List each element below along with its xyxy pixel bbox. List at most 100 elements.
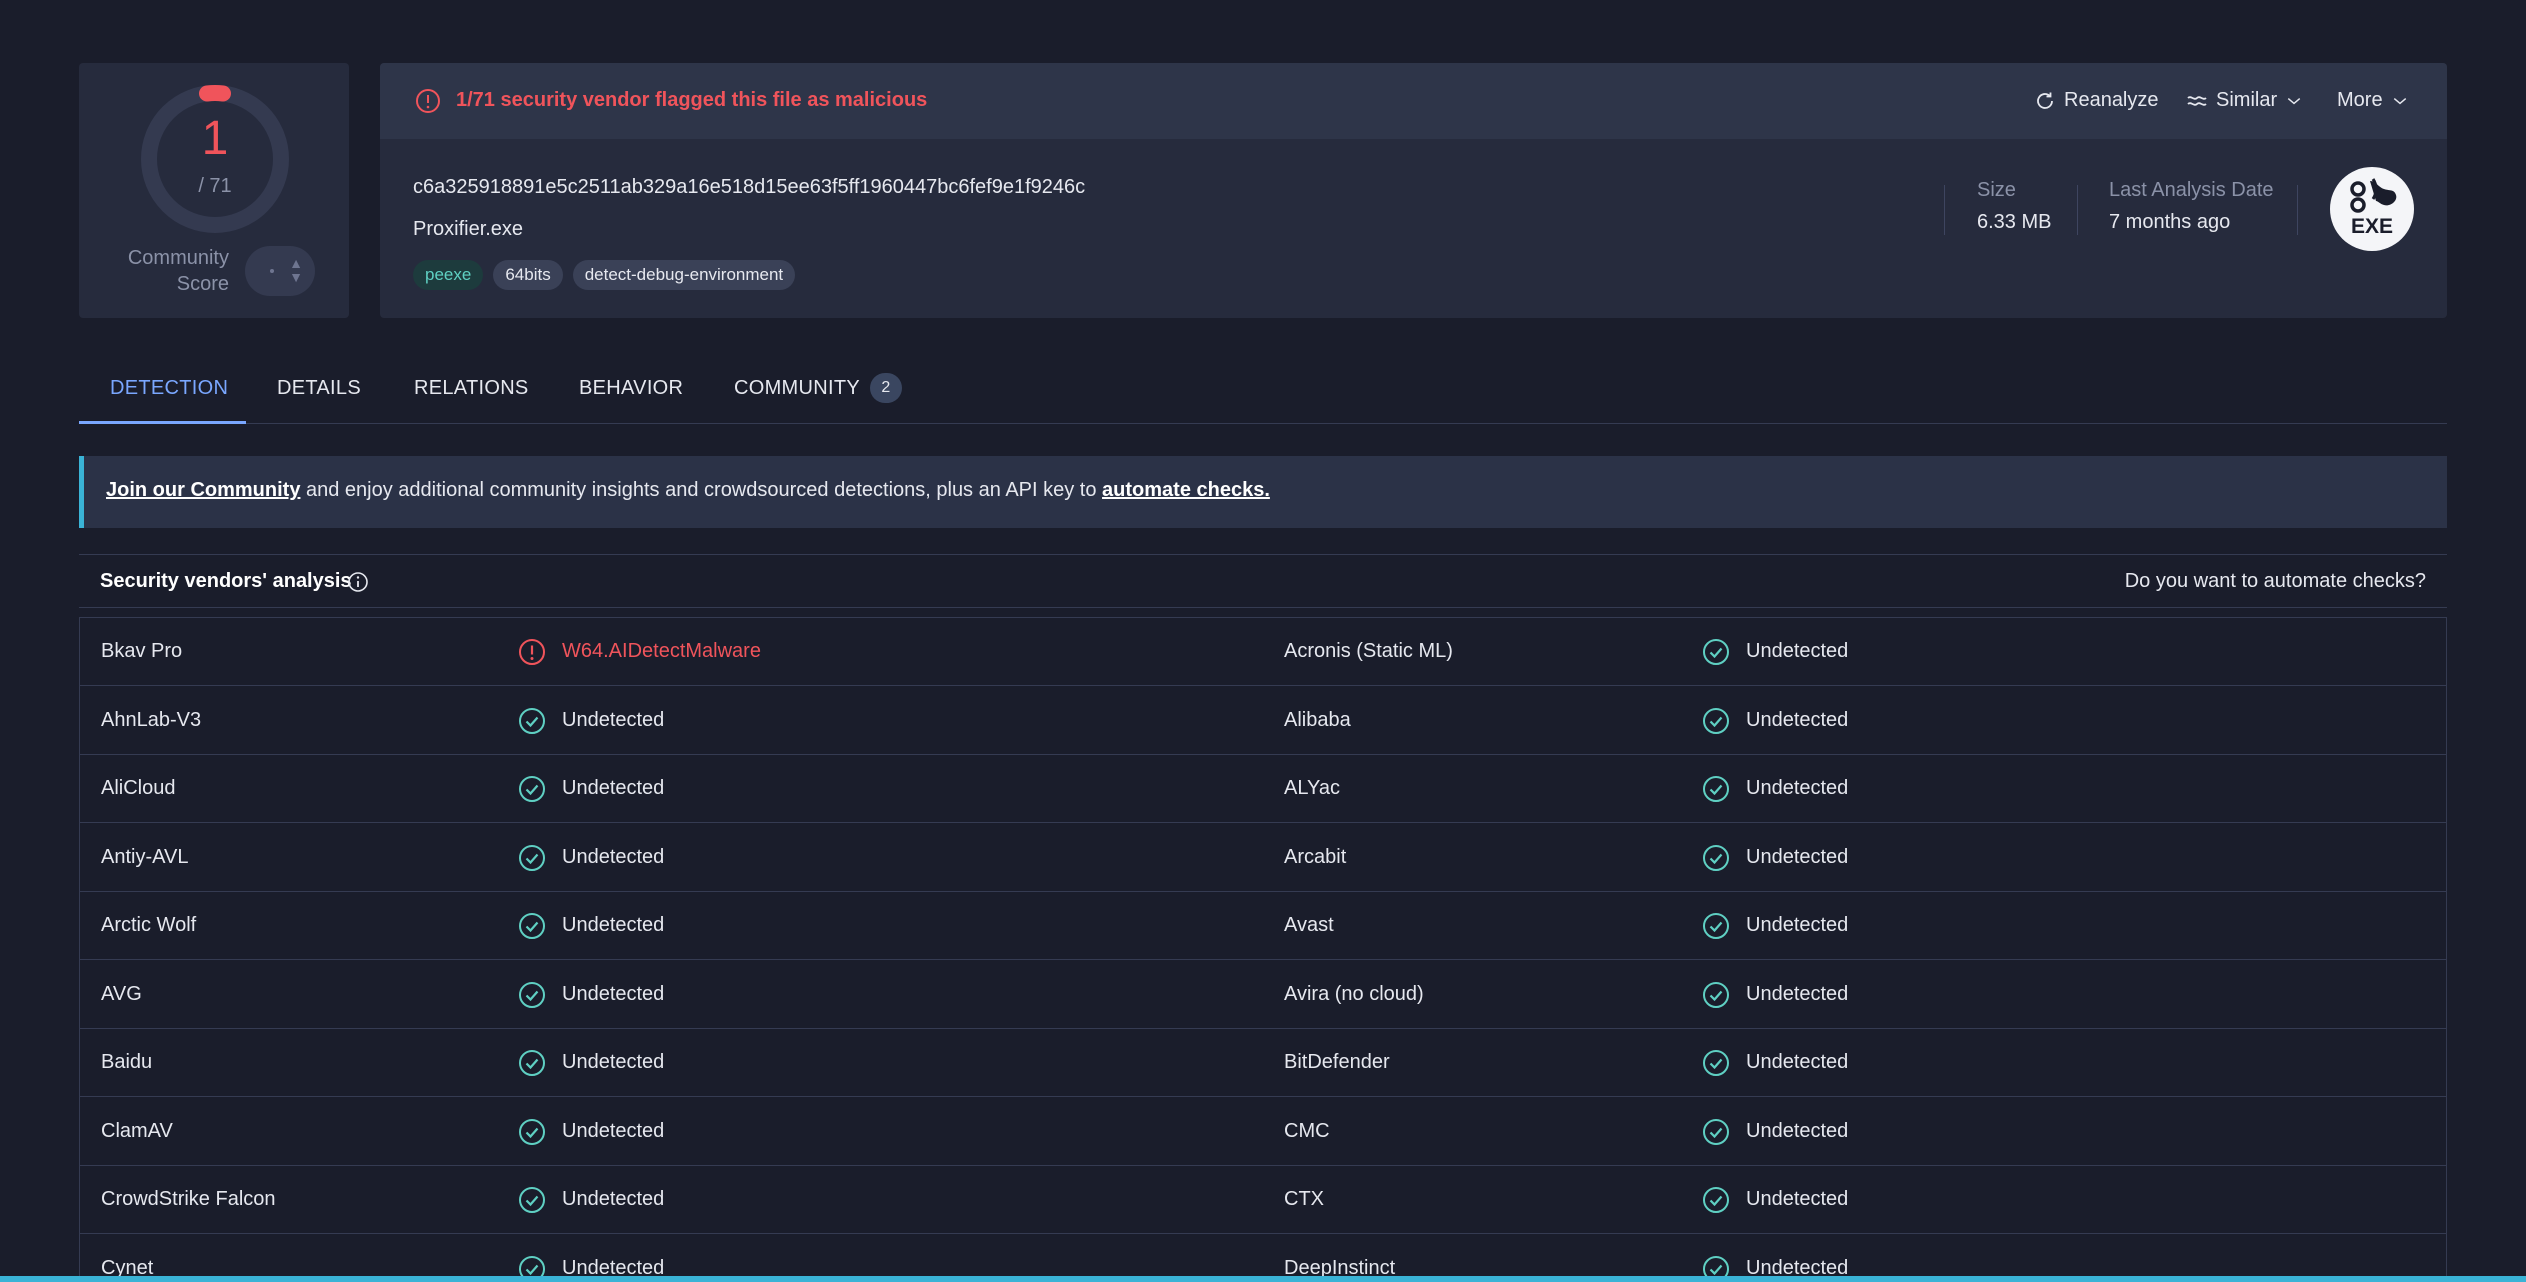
vendor-name: Alibaba: [1284, 708, 1351, 731]
table-row: ClamAV Undetected CMC Undetected: [80, 1098, 2446, 1166]
vendors-section-header: Security vendors' analysis Do you want t…: [79, 554, 2447, 608]
table-row: AliCloud Undetected ALYac Undetected: [80, 755, 2446, 823]
exe-badge-text: EXE: [2351, 215, 2393, 238]
size-value: 6.33 MB: [1977, 211, 2052, 233]
tab-community-label: COMMUNITY: [734, 377, 861, 399]
vendor-name: Acronis (Static ML): [1284, 640, 1453, 662]
vendor-result: Undetected: [1746, 640, 1849, 662]
vendor-name: CTX: [1284, 1188, 1324, 1210]
refresh-icon: [2037, 92, 2053, 109]
vendor-result: Undetected: [1746, 845, 1849, 868]
alert-circle-icon: [416, 89, 440, 113]
info-icon[interactable]: [347, 571, 369, 593]
tag-peexe[interactable]: peexe: [413, 260, 484, 290]
vendor-result: Undetected: [1746, 982, 1849, 1005]
community-score-voter[interactable]: ▲ ▼: [245, 246, 315, 296]
vendor-name: CMC: [1284, 1119, 1330, 1142]
vendor-result: Undetected: [562, 982, 665, 1005]
malicious-alert-text: 1/71 security vendor flagged this file a…: [456, 89, 928, 111]
check-circle-icon: [519, 707, 545, 734]
tab-detection[interactable]: DETECTION: [79, 358, 246, 424]
vendor-name: Antiy-AVL: [101, 845, 189, 868]
more-label: More: [2337, 89, 2383, 111]
vendor-name: Baidu: [101, 1051, 153, 1073]
file-hash[interactable]: c6a325918891e5c2511ab329a16e518d15ee63f5…: [413, 176, 1085, 199]
check-circle-icon: [519, 844, 545, 871]
automate-checks-question[interactable]: Do you want to automate checks?: [2125, 570, 2426, 593]
tab-community[interactable]: COMMUNITY 2: [734, 358, 903, 424]
exe-file-type-icon: EXE: [2350, 178, 2397, 238]
table-row: Cynet Undetected DeepInstinct Undetected: [80, 1235, 2446, 1282]
tag-detect-debug-environment[interactable]: detect-debug-environment: [572, 260, 796, 290]
vendor-result: Undetected: [1746, 1119, 1849, 1142]
vendor-name: AliCloud: [101, 777, 176, 799]
last-analysis-label: Last Analysis Date: [2109, 179, 2274, 201]
vendor-result: Undetected: [562, 914, 665, 936]
check-circle-icon: [1703, 707, 1729, 734]
check-circle-icon: [519, 1187, 545, 1213]
vendor-name: Avira (no cloud): [1284, 982, 1424, 1005]
check-circle-icon: [1703, 1187, 1729, 1213]
malicious-alert-bar: 1/71 security vendor flagged this file a…: [380, 63, 2447, 139]
vendor-name: Arctic Wolf: [101, 914, 197, 936]
vendor-name: ClamAV: [101, 1119, 173, 1142]
divider: [1944, 185, 1945, 235]
check-circle-icon: [1703, 913, 1729, 939]
table-row: Baidu Undetected BitDefender Undetected: [80, 1029, 2446, 1097]
last-analysis-value: 7 months ago: [2109, 211, 2231, 233]
tab-relations[interactable]: RELATIONS: [414, 358, 529, 424]
divider: [2297, 185, 2298, 235]
divider: [2077, 185, 2078, 235]
table-row: Bkav Pro W64.AIDetectMalware Acronis (Stat…: [80, 618, 2446, 686]
table-row: Antiy-AVL Undetected Arcabit Undetected: [80, 824, 2446, 892]
similar-dropdown[interactable]: Similar: [2186, 89, 2303, 112]
vendor-result: W64.AIDetectMalware: [562, 640, 761, 662]
virustotal-report-page: 1 / 71 Community Score ▲ ▼ 1/71 security …: [0, 0, 2526, 1282]
vote-arrows-icon[interactable]: ▲ ▼: [289, 256, 303, 284]
table-row: AhnLab-V3 Undetected Alibaba Undetected: [80, 687, 2446, 755]
tag-64bits[interactable]: 64bits: [493, 260, 563, 290]
check-circle-icon: [1703, 639, 1729, 665]
vendor-result: Undetected: [1746, 708, 1849, 731]
vendor-name: Arcabit: [1284, 845, 1347, 868]
chevron-down-icon: [2287, 97, 2301, 104]
check-circle-icon: [1703, 981, 1729, 1008]
table-row: CrowdStrike Falcon Undetected CTX Undetecte…: [80, 1166, 2446, 1234]
reanalyze-button[interactable]: Reanalyze: [2034, 89, 2159, 112]
vendor-result: Undetected: [562, 777, 665, 799]
more-dropdown[interactable]: More: [2337, 89, 2409, 112]
file-name: Proxifier.exe: [413, 218, 524, 240]
vendor-result: Undetected: [1746, 1188, 1849, 1210]
vendor-name: AVG: [101, 982, 142, 1005]
detection-score-card: 1 / 71 Community Score ▲ ▼: [79, 63, 349, 318]
similar-icon: [2187, 95, 2207, 106]
join-community-banner: Join our Community and enjoy additional …: [79, 456, 2447, 528]
vendor-name: CrowdStrike Falcon: [101, 1188, 276, 1210]
size-label: Size: [1977, 179, 2016, 201]
community-score-dot: [270, 269, 274, 273]
vendor-result: Undetected: [1746, 777, 1849, 799]
detection-count: 1: [201, 112, 229, 165]
check-circle-icon: [1703, 1050, 1729, 1076]
banner-middle-text: and enjoy additional community insights …: [300, 479, 1103, 501]
join-banner-text: Join our Community and enjoy additional …: [106, 479, 1270, 502]
vendor-name: AhnLab-V3: [101, 708, 202, 731]
tab-details[interactable]: DETAILS: [277, 358, 361, 424]
join-community-link[interactable]: Join our Community: [106, 479, 300, 501]
vendor-result: Undetected: [1746, 914, 1849, 936]
tab-behavior[interactable]: BEHAVIOR: [579, 358, 683, 424]
vendor-name: Avast: [1284, 914, 1334, 936]
file-summary-panel: 1/71 security vendor flagged this file a…: [380, 63, 2447, 318]
check-circle-icon: [519, 1050, 545, 1076]
check-circle-icon: [1703, 776, 1729, 802]
vendor-name: ALYac: [1284, 777, 1340, 799]
check-circle-icon: [1703, 844, 1729, 871]
vendor-result: Undetected: [1746, 1051, 1849, 1073]
check-circle-icon: [519, 1118, 545, 1145]
check-circle-icon: [519, 981, 545, 1008]
reanalyze-label: Reanalyze: [2064, 89, 2159, 111]
detection-total: / 71: [198, 175, 232, 197]
vendor-result: Undetected: [562, 1188, 665, 1210]
vendor-result: Undetected: [562, 708, 665, 731]
automate-checks-link[interactable]: automate checks.: [1102, 479, 1270, 501]
